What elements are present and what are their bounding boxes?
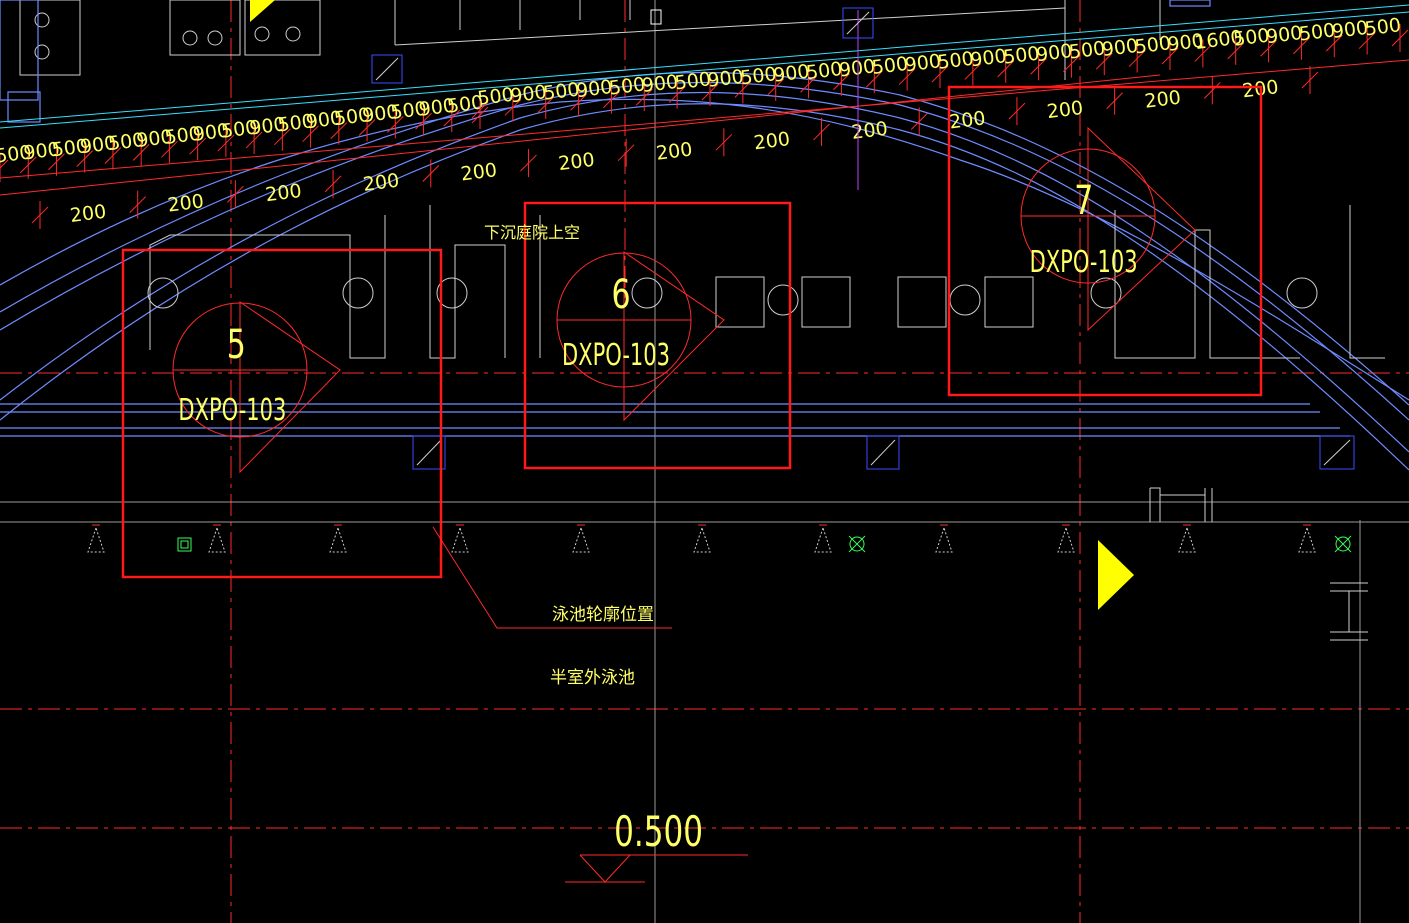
dimension-label: 200 [655,138,694,164]
sprinkler-head-icon [87,526,105,553]
dimension-label: 200 [850,118,889,144]
label-sunken-courtyard: 下沉庭院上空 [484,223,580,242]
sprinkler-row [87,524,1316,553]
valve-icon [650,9,662,25]
sprinkler-head-icon [451,526,469,553]
dimension-label: 200 [264,180,303,206]
highlight-box-7 [947,85,1263,397]
pump-icon [34,12,301,60]
detail-callout-5[interactable]: 5 DXPO-103 [172,301,341,474]
label-pool-outline: 泳池轮廓位置 [552,605,654,625]
sprinkler-head-icon [208,526,226,553]
dimension-label: 200 [948,107,987,133]
dimension-chain-bottom: 5009005009005009005009005009005009005009… [0,91,489,182]
sprinkler-head-icon [814,526,832,553]
dimension-label: 200 [362,170,401,196]
dimension-label: 500 [446,91,485,117]
sprinkler-head-icon [935,526,953,553]
sprinkler-head-icon [329,526,347,553]
sprinkler-head-icon [1178,526,1196,553]
dimension-label: 200 [69,201,108,227]
highlight-boxes [121,85,1263,579]
wall-outlines [147,205,1385,641]
elevation-marker: 0.500 [565,807,748,883]
dimension-label: 200 [460,159,499,185]
dimension-chain-top: 5009005009005009005009005009005009005009… [471,14,1409,124]
cyan-boundary-lines [0,4,1409,129]
sprinkler-head-icon [1057,526,1075,553]
dimension-label: 200 [1046,97,1085,123]
section-arrow-icon [1098,540,1134,610]
dimension-label: 500 [1364,14,1403,40]
section-arrow-icon [250,0,275,22]
detail-sheet: DXPO-103 [178,393,286,428]
cad-drawing-canvas[interactable]: 5009005009005009005009005009005009005009… [0,0,1409,923]
dimension-label: 200 [753,128,792,154]
sprinkler-head-icon [693,526,711,553]
dimension-label: 200 [166,190,205,216]
sprinkler-head-icon [1298,526,1316,553]
detail-number: 7 [1074,178,1093,224]
detail-sheet: DXPO-103 [562,338,670,373]
detail-number: 6 [611,272,630,318]
detail-callout-6[interactable]: 6 DXPO-103 [556,251,725,422]
detail-sheet: DXPO-103 [1030,245,1138,280]
detail-number: 5 [227,322,246,368]
floor-drain-icon [177,535,1352,553]
sprinkler-head-icon [572,526,590,553]
dimension-label: 200 [1143,86,1182,112]
dimension-label: 200 [557,149,596,175]
elevation-value: 0.500 [614,807,703,856]
label-semi-outdoor-pool: 半室外泳池 [550,668,635,688]
